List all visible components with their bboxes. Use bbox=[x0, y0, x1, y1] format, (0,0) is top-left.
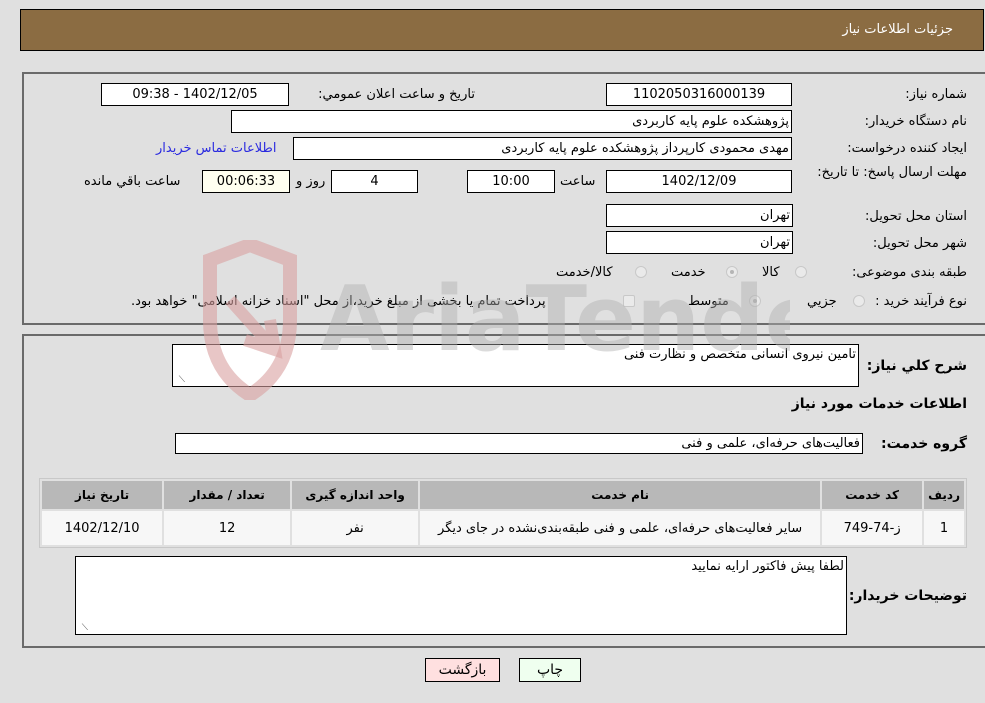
category-option-goods: کالا bbox=[762, 265, 780, 280]
buyer-notes-textarea[interactable]: لطفا پیش فاکتور ارایه نمایید ⟋ bbox=[75, 556, 847, 635]
category-label: طبقه بندی موضوعی: bbox=[851, 265, 967, 280]
col-service-code: کد خدمت bbox=[822, 481, 923, 509]
purchase-type-radio-minor[interactable] bbox=[853, 295, 865, 307]
cell-service-name: سایر فعالیت‌های حرفه‌ای، علمی و فنی طبقه… bbox=[420, 511, 821, 545]
days-label: روز و bbox=[296, 174, 326, 189]
print-button[interactable]: چاپ bbox=[519, 658, 581, 682]
need-number-field: 1102050316000139 bbox=[606, 83, 792, 106]
category-radio-goods-service[interactable] bbox=[635, 266, 647, 278]
back-button[interactable]: بازگشت bbox=[425, 658, 500, 682]
buyer-notes-text: لطفا پیش فاکتور ارایه نمایید bbox=[691, 559, 844, 574]
services-table-header: رديف کد خدمت نام خدمت واحد اندازه گيری ت… bbox=[42, 481, 964, 509]
buyer-contact-link[interactable]: اطلاعات تماس خريدار bbox=[156, 141, 276, 156]
category-radio-service[interactable] bbox=[726, 266, 738, 278]
service-group-field: فعالیت‌های حرفه‌ای، علمی و فنی bbox=[175, 433, 863, 454]
cell-row-number: 1 bbox=[924, 511, 964, 545]
city-field: تهران bbox=[606, 231, 793, 254]
description-label: شرح کلي نياز: bbox=[866, 358, 967, 374]
cell-unit: نفر bbox=[292, 511, 419, 545]
resize-grip-icon[interactable]: ⟋ bbox=[78, 624, 88, 633]
remaining-time-label: ساعت باقي مانده bbox=[84, 174, 181, 189]
remaining-days-field: 4 bbox=[331, 170, 418, 193]
province-label: استان محل تحويل: bbox=[865, 209, 967, 224]
province-field: تهران bbox=[606, 204, 793, 227]
page-title: جزئیات اطلاعات نیاز bbox=[842, 22, 953, 37]
requester-label: ايجاد کننده درخواست: bbox=[847, 141, 967, 156]
services-section-title: اطلاعات خدمات مورد نياز bbox=[791, 396, 967, 412]
category-option-goods-service: کالا/خدمت bbox=[556, 265, 613, 280]
col-service-name: نام خدمت bbox=[420, 481, 821, 509]
treasury-note: پرداخت تمام يا بخشی از مبلغ خريد،از محل … bbox=[131, 294, 546, 309]
remaining-time-field: 00:06:33 bbox=[202, 170, 290, 193]
purchase-type-label: نوع فرآيند خريد : bbox=[875, 294, 967, 309]
announce-datetime-label: تاریخ و ساعت اعلان عمومي: bbox=[318, 87, 475, 102]
col-row-number: رديف bbox=[924, 481, 964, 509]
purchase-type-option-medium: متوسط bbox=[688, 294, 729, 309]
col-need-date: تاريخ نياز bbox=[42, 481, 163, 509]
purchase-type-radio-medium[interactable] bbox=[749, 295, 761, 307]
services-table: رديف کد خدمت نام خدمت واحد اندازه گيری ت… bbox=[39, 478, 967, 548]
cell-quantity: 12 bbox=[164, 511, 291, 545]
requester-field: مهدی محمودی کارپرداز پژوهشکده علوم پایه … bbox=[293, 137, 792, 160]
buyer-org-field: پژوهشکده علوم پایه کاربردی bbox=[231, 110, 792, 133]
buyer-notes-label: توضيحات خريدار: bbox=[848, 588, 967, 604]
city-label: شهر محل تحويل: bbox=[872, 236, 967, 251]
deadline-time-field: 10:00 bbox=[467, 170, 555, 193]
page-header: جزئیات اطلاعات نیاز bbox=[20, 9, 984, 51]
service-group-label: گروه خدمت: bbox=[881, 436, 967, 452]
purchase-type-option-minor: جزيي bbox=[807, 294, 837, 309]
description-textarea[interactable]: تامین نیروی انسانی متخصص و نظارت فنی ⟋ bbox=[172, 344, 859, 387]
category-option-service: خدمت bbox=[671, 265, 706, 280]
category-radio-goods[interactable] bbox=[795, 266, 807, 278]
deadline-time-label: ساعت bbox=[560, 174, 596, 189]
table-row: 1 ز-74-749 سایر فعالیت‌های حرفه‌ای، علمی… bbox=[42, 511, 964, 545]
col-unit: واحد اندازه گيری bbox=[292, 481, 419, 509]
deadline-label: مهلت ارسال پاسخ: تا تاریخ: bbox=[817, 165, 967, 180]
cell-service-code: ز-74-749 bbox=[822, 511, 923, 545]
need-number-label: شماره نیاز: bbox=[905, 87, 967, 102]
treasury-checkbox[interactable] bbox=[623, 295, 635, 307]
resize-grip-icon[interactable]: ⟋ bbox=[175, 376, 185, 385]
deadline-date-field: 1402/12/09 bbox=[606, 170, 792, 193]
description-text: تامین نیروی انسانی متخصص و نظارت فنی bbox=[623, 347, 856, 362]
announce-datetime-field: 1402/12/05 - 09:38 bbox=[101, 83, 289, 106]
cell-need-date: 1402/12/10 bbox=[42, 511, 163, 545]
buyer-org-label: نام دستگاه خريدار: bbox=[864, 114, 967, 129]
col-quantity: تعداد / مقدار bbox=[164, 481, 291, 509]
